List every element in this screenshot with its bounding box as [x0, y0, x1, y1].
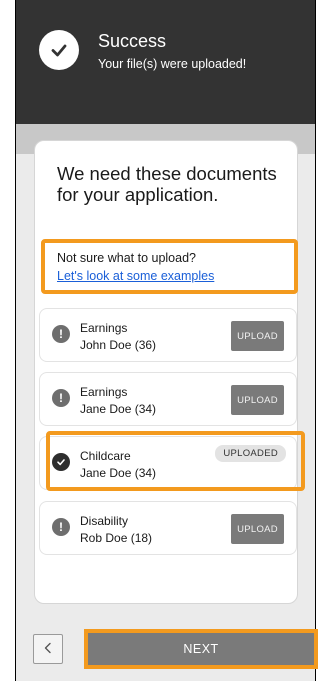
document-item-earnings-jane: ! Earnings Jane Doe (34) UPLOAD [39, 372, 297, 426]
help-highlight [41, 239, 298, 294]
warning-icon: ! [52, 518, 70, 536]
document-name: Disability [80, 514, 129, 528]
warning-icon: ! [52, 389, 70, 407]
upload-button[interactable]: UPLOAD [231, 385, 284, 415]
document-name: Earnings [80, 385, 128, 399]
toast-title: Success [98, 31, 167, 51]
document-name: Earnings [80, 321, 128, 335]
success-toast: Success Your file(s) were uploaded! [16, 0, 315, 124]
page-title: We need these documents for your applica… [57, 163, 277, 205]
childcare-highlight [46, 431, 305, 491]
back-button[interactable] [33, 634, 63, 664]
warning-icon: ! [52, 325, 70, 343]
toast-message: Your file(s) were uploaded! [98, 57, 247, 71]
chevron-left-icon [43, 642, 53, 657]
document-person: Jane Doe (34) [80, 402, 157, 416]
document-item-earnings-john: ! Earnings John Doe (36) UPLOAD [39, 308, 297, 362]
document-person: John Doe (36) [80, 338, 157, 352]
upload-button[interactable]: UPLOAD [231, 514, 284, 544]
document-person: Rob Doe (18) [80, 531, 153, 545]
next-button[interactable]: NEXT [84, 629, 318, 669]
check-icon [39, 30, 79, 70]
upload-button[interactable]: UPLOAD [231, 321, 284, 351]
document-item-disability-rob: ! Disability Rob Doe (18) UPLOAD [39, 501, 297, 555]
